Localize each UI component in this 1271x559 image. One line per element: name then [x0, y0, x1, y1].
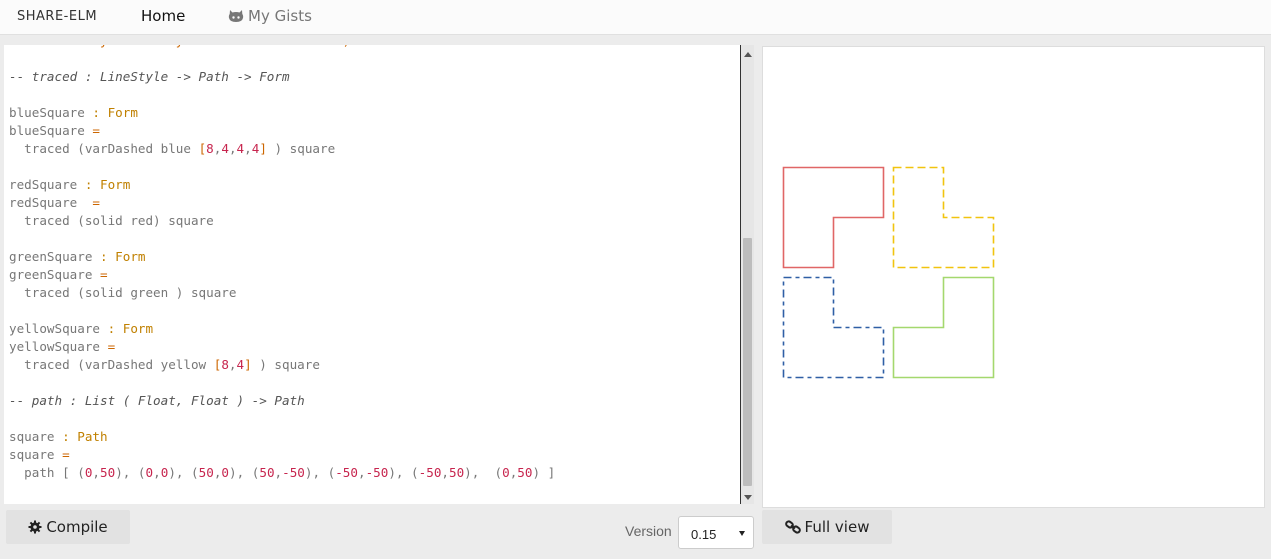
scroll-down-arrow-icon[interactable]	[744, 495, 752, 500]
scroll-thumb[interactable]	[743, 238, 752, 486]
full-view-button[interactable]: Full view	[762, 510, 892, 544]
preview-canvas	[782, 166, 995, 379]
green-square-shape	[892, 276, 995, 379]
version-label: Version	[625, 523, 672, 539]
github-icon	[228, 10, 244, 22]
gear-icon	[28, 520, 42, 534]
version-select[interactable]: 0.15	[678, 516, 754, 549]
chevron-down-icon	[739, 531, 745, 536]
code-editor[interactable]: varDashed n y = LineStyle n 2 4 Fill Smo…	[4, 45, 754, 504]
brand-logo[interactable]: SHARE-ELM	[17, 9, 97, 24]
link-icon	[784, 520, 801, 534]
top-nav-bar: SHARE-ELM Home My Gists	[0, 0, 1271, 35]
red-square-shape	[782, 166, 885, 269]
nav-home-link[interactable]: Home	[141, 7, 185, 25]
yellow-square-shape	[892, 166, 995, 269]
scroll-up-arrow-icon[interactable]	[744, 52, 752, 57]
output-preview	[762, 46, 1265, 508]
nav-my-gists-label: My Gists	[248, 7, 312, 25]
editor-scrollbar[interactable]	[741, 45, 754, 504]
full-view-label: Full view	[804, 518, 870, 536]
compile-label: Compile	[46, 518, 108, 536]
version-value: 0.15	[691, 527, 717, 542]
blue-square-shape	[782, 276, 885, 379]
compile-button[interactable]: Compile	[6, 510, 130, 544]
nav-my-gists-link[interactable]: My Gists	[228, 7, 312, 25]
editor-divider	[4, 45, 741, 504]
